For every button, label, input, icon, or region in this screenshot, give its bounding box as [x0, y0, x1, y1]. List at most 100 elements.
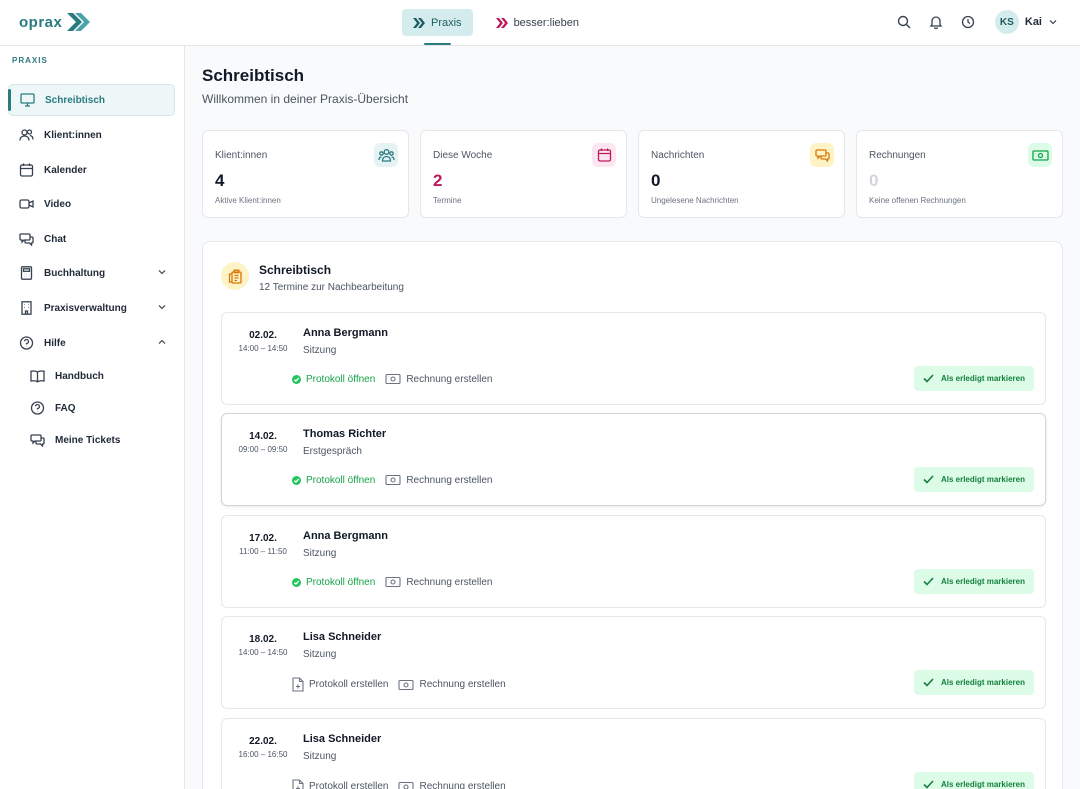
sidebar-subitem-faq[interactable]: FAQ [30, 395, 76, 421]
tab-besser-lieben[interactable]: besser:lieben [485, 9, 590, 36]
stat-value: 2 [433, 171, 443, 190]
stat-card-klientinnen[interactable]: Klient:innen 4 Aktive Klient:innen [202, 130, 409, 218]
create-invoice-link[interactable]: Rechnung erstellen [385, 576, 492, 588]
clock-icon[interactable] [959, 13, 977, 31]
sidebar-subitem-label: Handbuch [55, 370, 104, 382]
mark-done-label: Als erledigt markieren [940, 475, 1025, 484]
bell-icon[interactable] [927, 13, 945, 31]
appointment-date: 17.02. [249, 533, 277, 544]
sidebar-item-video[interactable]: Video [8, 188, 175, 220]
stat-card-rechnungen[interactable]: Rechnungen 0 Keine offenen Rechnungen [856, 130, 1063, 218]
page-title: Schreibtisch [202, 66, 305, 85]
appointment-card[interactable]: 22.02. 16:00 – 16:50 Lisa Schneider Sitzung… [221, 718, 1046, 789]
sidebar-item-kalender[interactable]: Kalender [8, 154, 175, 186]
appointment-date: 22.02. [249, 736, 277, 747]
sidebar-subitem-meine-tickets[interactable]: Meine Tickets [30, 427, 120, 453]
help-icon [19, 336, 34, 350]
stat-hint: Keine offenen Rechnungen [869, 196, 966, 205]
chevron-down-icon [1048, 17, 1058, 27]
client-name: Anna Bergmann [303, 530, 388, 542]
check-icon [923, 780, 934, 789]
appointment-type: Sitzung [303, 649, 337, 660]
check-icon [923, 374, 934, 383]
appointment-card[interactable]: 14.02. 09:00 – 09:50 Thomas Richter Erstges… [221, 413, 1046, 506]
mark-done-button[interactable]: Als erledigt markieren [913, 467, 1034, 492]
calendar-icon [592, 143, 616, 167]
sidebar-subitem-handbuch[interactable]: Handbuch [30, 363, 104, 389]
tab-praxis[interactable]: Praxis [402, 9, 473, 45]
page-subtitle: Willkommen in deiner Praxis-Übersicht [202, 92, 409, 106]
stat-label: Nachrichten [651, 150, 705, 161]
appointment-time: 09:00 – 09:50 [238, 445, 288, 454]
create-invoice-link[interactable]: Rechnung erstellen [398, 781, 506, 789]
sidebar-item-hilfe[interactable]: Hilfe [8, 327, 175, 359]
logo[interactable]: oprax [19, 12, 91, 32]
mark-done-label: Als erledigt markieren [940, 678, 1025, 687]
banknote-icon [398, 781, 415, 789]
open-protocol-label: Protokoll öffnen [306, 474, 376, 486]
book-icon [30, 369, 45, 383]
schreibtisch-panel: Schreibtisch 12 Termine zur Nachbearbeit… [202, 241, 1063, 789]
sidebar-item-label: Schreibtisch [45, 94, 106, 106]
sidebar-subitem-label: FAQ [55, 402, 76, 414]
client-name: Anna Bergmann [303, 327, 388, 339]
help-icon [30, 401, 45, 415]
stat-hint: Ungelesene Nachrichten [651, 196, 739, 205]
calculator-icon [19, 266, 34, 280]
file-plus-icon [292, 779, 304, 789]
appointment-actions: Protokoll erstellen Rechnung erstellen [292, 779, 506, 789]
mark-done-button[interactable]: Als erledigt markieren [913, 569, 1034, 594]
building-icon [19, 301, 34, 315]
appointment-card[interactable]: 18.02. 14:00 – 14:50 Lisa Schneider Sitzung… [221, 616, 1046, 709]
appointment-type: Sitzung [303, 751, 337, 762]
create-invoice-label: Rechnung erstellen [406, 474, 493, 486]
mark-done-button[interactable]: Als erledigt markieren [913, 772, 1034, 789]
appointment-time: 14:00 – 14:50 [238, 648, 288, 657]
appointment-actions: Protokoll öffnen Rechnung erstellen [292, 474, 492, 486]
appointment-card[interactable]: 17.02. 11:00 – 11:50 Anna Bergmann Sitzung P… [221, 515, 1046, 608]
appointment-card[interactable]: 02.02. 14:00 – 14:50 Anna Bergmann Sitzung P… [221, 312, 1046, 405]
open-protocol-label: Protokoll öffnen [306, 576, 376, 588]
monitor-icon [20, 93, 35, 107]
sidebar-item-label: Praxisverwaltung [44, 302, 127, 314]
sidebar-item-buchhaltung[interactable]: Buchhaltung [8, 257, 175, 289]
chat-icon [19, 232, 34, 246]
check-circle-icon [292, 374, 301, 384]
clipboard-icon [221, 262, 249, 290]
mark-done-button[interactable]: Als erledigt markieren [913, 366, 1034, 391]
praxis-logo-icon [413, 17, 425, 28]
chat-icon [810, 143, 834, 167]
mark-done-label: Als erledigt markieren [940, 374, 1025, 383]
create-invoice-label: Rechnung erstellen [406, 373, 493, 385]
stat-card-diese-woche[interactable]: Diese Woche 2 Termine [420, 130, 627, 218]
user-menu[interactable]: KS Kai [994, 10, 1058, 34]
mark-done-button[interactable]: Als erledigt markieren [913, 670, 1034, 695]
check-icon [923, 678, 934, 687]
sidebar-item-chat[interactable]: Chat [8, 223, 175, 255]
create-protocol-link[interactable]: Protokoll erstellen [292, 677, 388, 692]
client-name: Lisa Schneider [303, 631, 382, 643]
logo-text: oprax [19, 13, 63, 31]
create-invoice-link[interactable]: Rechnung erstellen [398, 679, 506, 691]
sidebar-item-praxisverwaltung[interactable]: Praxisverwaltung [8, 292, 175, 324]
calendar-icon [19, 163, 34, 177]
chevron-down-icon [157, 267, 167, 277]
stat-label: Klient:innen [215, 150, 268, 161]
check-circle-icon [292, 577, 301, 587]
top-bar: oprax Praxis besser:lieben KS Kai [0, 0, 1080, 46]
open-protocol-link[interactable]: Protokoll öffnen [292, 577, 375, 588]
create-invoice-link[interactable]: Rechnung erstellen [385, 373, 492, 385]
sidebar-item-schreibtisch[interactable]: Schreibtisch [8, 84, 175, 116]
open-protocol-link[interactable]: Protokoll öffnen [292, 475, 375, 486]
search-icon[interactable] [895, 13, 913, 31]
create-invoice-link[interactable]: Rechnung erstellen [385, 474, 492, 486]
banknote-icon [398, 679, 415, 691]
avatar: KS [994, 10, 1019, 34]
stat-card-nachrichten[interactable]: Nachrichten 0 Ungelesene Nachrichten [638, 130, 845, 218]
create-invoice-label: Rechnung erstellen [419, 781, 506, 789]
sidebar-item-klientinnen[interactable]: Klient:innen [8, 119, 175, 151]
create-protocol-link[interactable]: Protokoll erstellen [292, 779, 388, 789]
open-protocol-link[interactable]: Protokoll öffnen [292, 374, 375, 385]
check-icon [923, 577, 934, 586]
appointment-time: 14:00 – 14:50 [238, 344, 288, 353]
